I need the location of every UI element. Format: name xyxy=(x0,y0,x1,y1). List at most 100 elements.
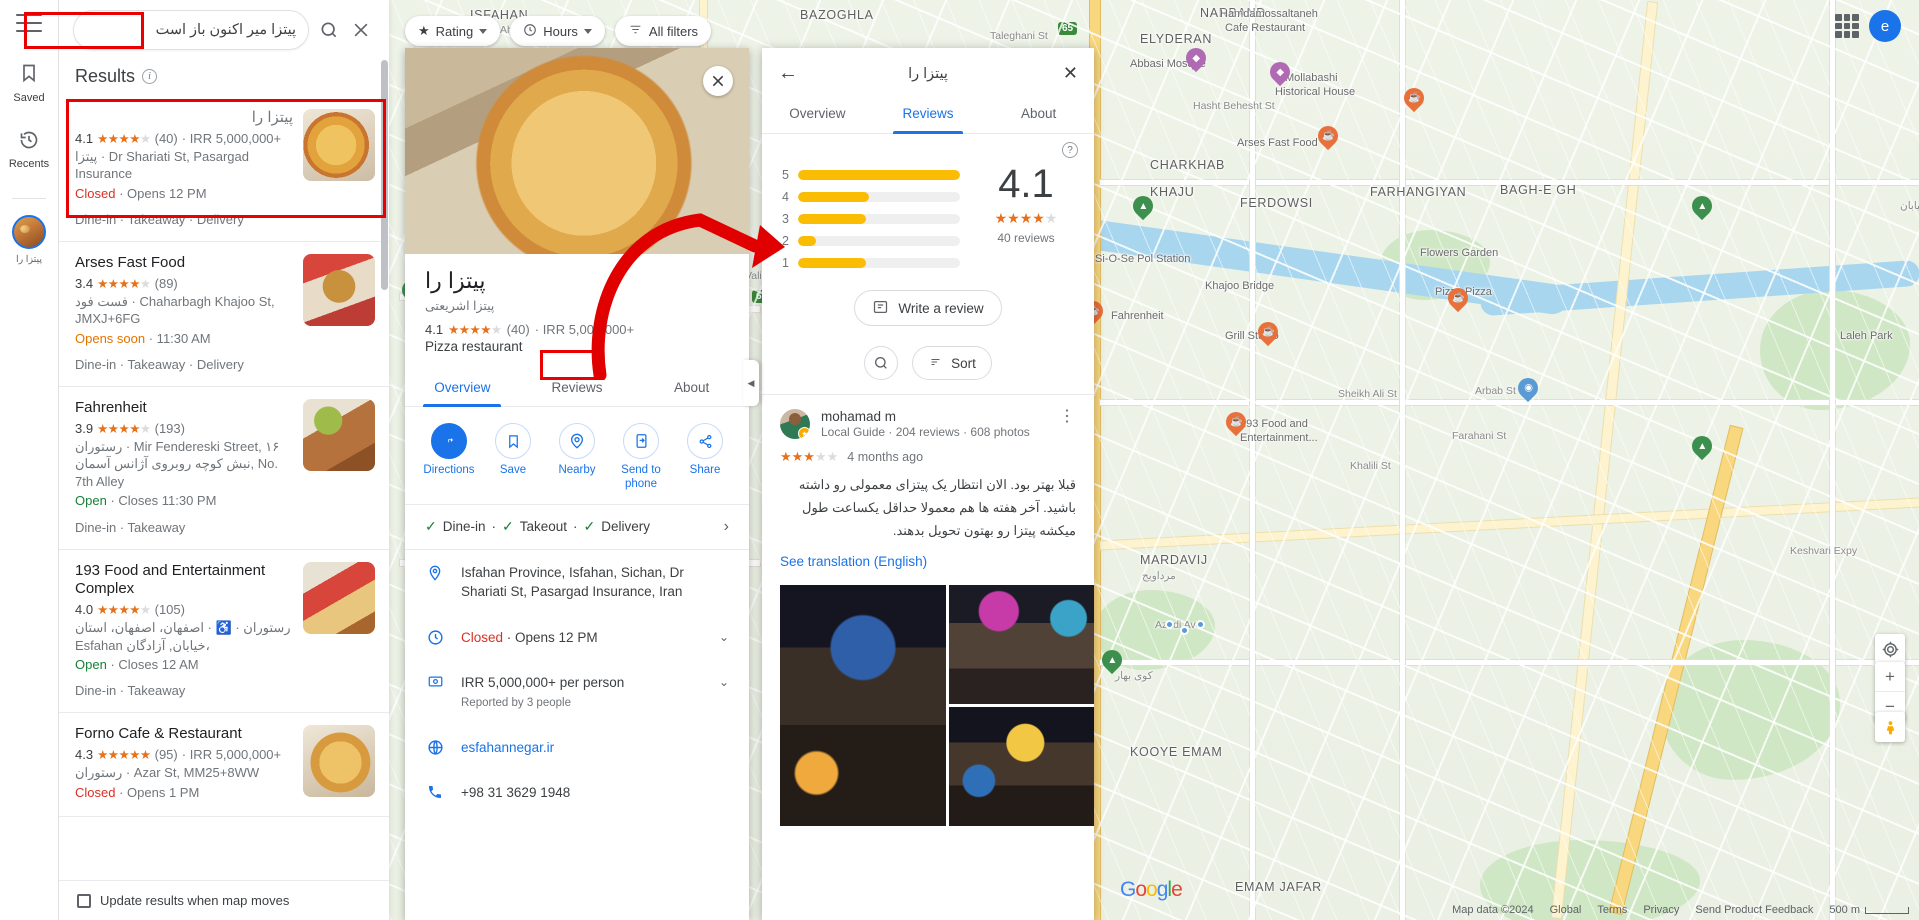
collapse-arrow-icon[interactable]: ◀ xyxy=(743,360,759,406)
action-share[interactable]: Share xyxy=(675,423,735,492)
write-review-button[interactable]: Write a review xyxy=(854,290,1002,326)
action-save[interactable]: Save xyxy=(483,423,543,492)
back-arrow-icon[interactable]: ← xyxy=(778,62,802,85)
google-logo: Google xyxy=(1120,878,1183,901)
rail-item-recent-place[interactable]: پیتزا را xyxy=(0,215,59,265)
poi-marker-green1[interactable]: ▲ xyxy=(1097,645,1127,678)
result-item[interactable]: Forno Cafe & Restaurant 4.3 ★★★★★ (95) · IRR… xyxy=(59,713,389,817)
apps-grid-icon[interactable] xyxy=(1835,14,1859,38)
sort-button[interactable]: Sort xyxy=(912,346,992,380)
attrib-privacy[interactable]: Privacy xyxy=(1643,904,1679,916)
reviews-close-icon[interactable]: ✕ xyxy=(1054,63,1078,84)
place-phone-row[interactable]: +98 31 3629 1948 xyxy=(405,770,749,816)
update-results-checkbox[interactable] xyxy=(77,893,91,908)
action-directions[interactable]: Directions xyxy=(419,423,479,492)
result-services: Dine-in · Takeaway · Delivery xyxy=(75,357,244,373)
map-label: Hamdamossaltaneh xyxy=(1220,8,1318,20)
result-item[interactable]: Arses Fast Food 3.4 ★★★★★ (89) فست فود · Cha… xyxy=(59,242,389,388)
result-thumbnail[interactable] xyxy=(303,725,375,798)
attrib-global[interactable]: Global xyxy=(1550,904,1582,916)
update-results-bar[interactable]: Update results when map moves xyxy=(59,880,389,920)
review-photo-3[interactable] xyxy=(949,707,1094,827)
review-photo-1[interactable] xyxy=(780,585,946,827)
action-nearby[interactable]: Nearby xyxy=(547,423,607,492)
tab-overview[interactable]: Overview xyxy=(405,368,520,407)
my-location-icon[interactable] xyxy=(1875,634,1905,664)
poi-marker-grill-studio[interactable]: ☕ xyxy=(1253,317,1283,350)
poi-dot-b[interactable] xyxy=(1180,626,1189,635)
poi-marker-arses[interactable]: ☕ xyxy=(1313,121,1343,154)
reviews-tab-overview[interactable]: Overview xyxy=(762,95,873,133)
search-bar[interactable] xyxy=(73,10,309,50)
filter-chip-all-filters[interactable]: All filters xyxy=(614,16,712,46)
map-scale-label: 500 m xyxy=(1829,904,1860,916)
tab-reviews[interactable]: Reviews xyxy=(520,368,635,406)
results-scrollbar[interactable] xyxy=(381,60,388,290)
poi-marker-historic-house[interactable]: ◆ xyxy=(1265,57,1295,90)
result-item[interactable]: پیتزا را 4.1 ★★★★★ (40) · IRR 5,000,000+ پیتز… xyxy=(59,97,389,243)
result-item[interactable]: 193 Food and Entertainment Complex 4.0 ★★★… xyxy=(59,550,389,714)
result-thumbnail[interactable] xyxy=(303,561,375,634)
clear-search-icon[interactable] xyxy=(347,16,375,44)
poi-marker-pizza-pizza[interactable]: ☕ xyxy=(1443,283,1473,316)
price-chevron-down-icon[interactable]: ⌄ xyxy=(719,673,729,689)
place-address-row[interactable]: Isfahan Province, Isfahan, Sichan, Dr Sh… xyxy=(405,550,749,615)
update-results-label: Update results when map moves xyxy=(100,893,290,908)
help-icon[interactable]: ? xyxy=(1062,142,1078,158)
search-icon[interactable] xyxy=(315,16,343,44)
poi-marker-193-food[interactable]: ☕ xyxy=(1221,407,1251,440)
poi-dot-c[interactable] xyxy=(1196,620,1205,629)
zoom-in-button[interactable]: + xyxy=(1875,662,1905,692)
place-services-row[interactable]: ✓ Dine-in · ✓ Takeout · ✓ Delivery › xyxy=(405,505,749,550)
place-hours-row[interactable]: Closed · Opens 12 PM ⌄ xyxy=(405,615,749,661)
info-icon[interactable]: i xyxy=(142,69,158,84)
place-close-icon[interactable] xyxy=(703,66,733,96)
result-thumbnail[interactable] xyxy=(303,254,375,327)
place-hero-photo[interactable] xyxy=(405,48,749,254)
histogram-fill xyxy=(798,258,867,268)
more-vertical-icon[interactable]: ⋮ xyxy=(1059,409,1076,425)
account-avatar[interactable]: e xyxy=(1869,10,1901,42)
result-thumbnail[interactable] xyxy=(303,109,375,181)
search-input[interactable] xyxy=(86,22,296,38)
avatar[interactable]: ★ xyxy=(780,409,810,439)
poi-marker-green3[interactable]: ▲ xyxy=(1687,191,1717,224)
result-status-text: Closed xyxy=(75,185,116,201)
result-rating-row: 4.1 ★★★★★ (40) · IRR 5,000,000+ xyxy=(75,131,293,146)
review-translate-link[interactable]: See translation (English) xyxy=(780,554,1076,569)
poi-marker-green2[interactable]: ▲ xyxy=(1128,191,1158,224)
attrib-feedback[interactable]: Send Product Feedback xyxy=(1695,904,1813,916)
action-send-to-phone[interactable]: Send to phone xyxy=(611,423,671,492)
poi-marker-cafe2[interactable]: ☕ xyxy=(1399,83,1429,116)
review-search-icon[interactable] xyxy=(864,346,899,380)
filter-chip-rating[interactable]: ★ Rating xyxy=(405,16,501,46)
result-item[interactable]: Fahrenheit 3.9 ★★★★★ (193) رستوران · Mir Fen… xyxy=(59,387,389,550)
place-website-row[interactable]: esfahannegar.ir xyxy=(405,725,749,771)
hours-chevron-down-icon[interactable]: ⌄ xyxy=(719,628,729,644)
review-author-meta: Local Guide · 204 reviews · 608 photos xyxy=(821,425,1030,439)
review-photo-2[interactable] xyxy=(949,585,1094,705)
reviews-tab-about[interactable]: About xyxy=(983,95,1094,133)
hamburger-icon[interactable] xyxy=(16,14,42,32)
poi-dot-a[interactable] xyxy=(1165,620,1174,629)
tab-about[interactable]: About xyxy=(634,368,749,406)
chevron-right-icon[interactable]: › xyxy=(724,518,729,536)
result-thumbnail[interactable] xyxy=(303,399,375,472)
dot-sep-1: · xyxy=(491,519,497,535)
rail-item-recents[interactable]: Recents xyxy=(0,130,59,170)
result-name: پیتزا را xyxy=(251,109,293,126)
attrib-terms[interactable]: Terms xyxy=(1597,904,1627,916)
poi-marker-mosque[interactable]: ◆ xyxy=(1181,43,1211,76)
poi-marker-transit[interactable]: ◉ xyxy=(1513,373,1543,406)
result-status: Closed · Opens 1 PM xyxy=(75,784,293,802)
results-list[interactable]: پیتزا را 4.1 ★★★★★ (40) · IRR 5,000,000+ پیتز… xyxy=(59,97,389,880)
rail-item-saved[interactable]: Saved xyxy=(0,62,59,104)
result-rating-row: 3.4 ★★★★★ (89) xyxy=(75,276,293,291)
result-stars: ★★★★★ xyxy=(97,276,151,291)
reviews-tab-reviews[interactable]: Reviews xyxy=(873,95,984,134)
filter-chip-hours[interactable]: Hours xyxy=(510,16,605,46)
map-label: Arbab St xyxy=(1475,385,1516,397)
street-view-pegman-icon[interactable] xyxy=(1875,712,1905,742)
place-price-row[interactable]: IRR 5,000,000+ per person Reported by 3 … xyxy=(405,660,749,724)
poi-marker-green4[interactable]: ▲ xyxy=(1687,431,1717,464)
